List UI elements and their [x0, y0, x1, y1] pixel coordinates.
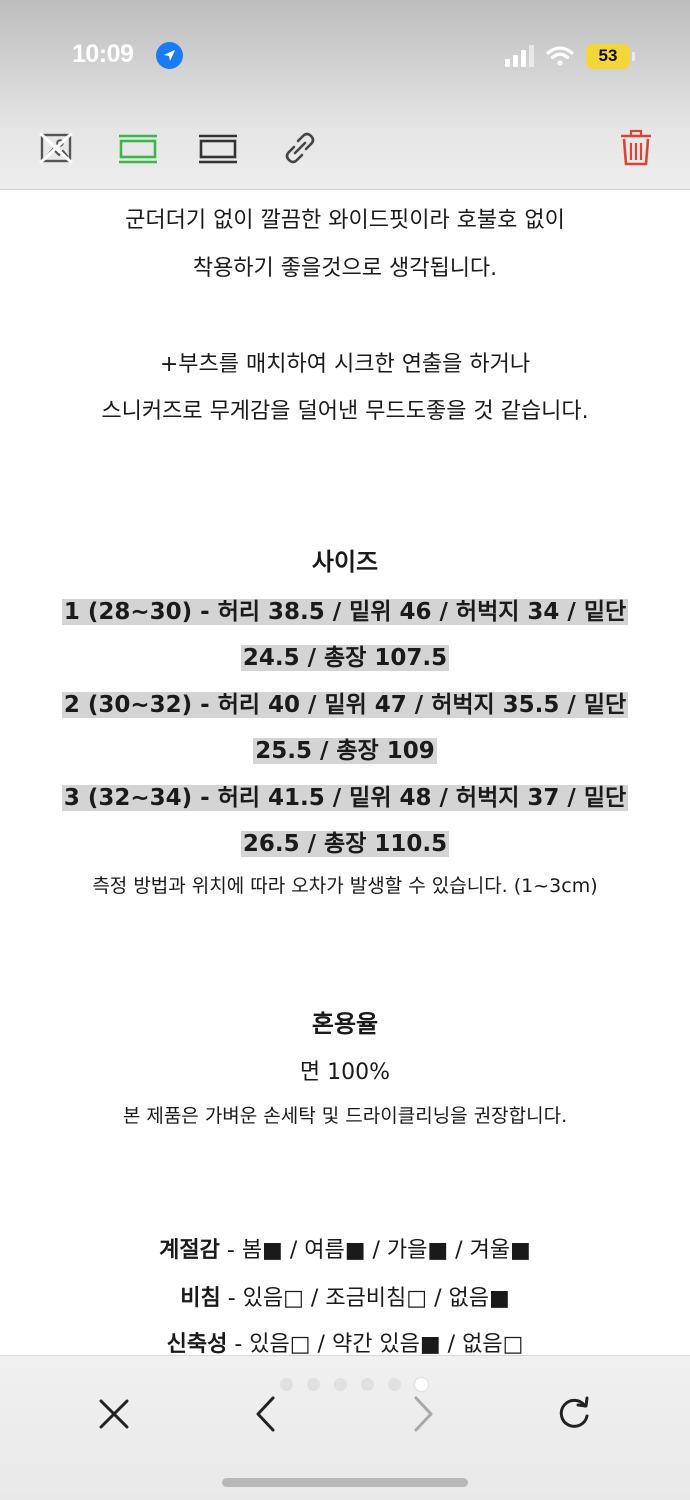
link-button[interactable] [274, 120, 326, 176]
size-line-3-text: 2 (30~32) - 허리 40 / 밑위 47 / 허벅지 35.5 / 밑… [61, 692, 629, 718]
size-line-1-text: 1 (28~30) - 허리 38.5 / 밑위 46 / 허벅지 34 / 밑… [61, 599, 629, 625]
no-image-icon [38, 131, 74, 165]
trash-icon [621, 129, 651, 166]
size-line-5-text: 3 (32~34) - 허리 41.5 / 밑위 48 / 허벅지 37 / 밑… [61, 785, 629, 811]
filled-frame-icon [119, 134, 157, 164]
size-note: 측정 방법과 위치에 따라 오차가 발생할 수 있습니다. (1~3cm) [92, 875, 598, 897]
wifi-icon [546, 46, 574, 66]
reload-icon [559, 1396, 589, 1428]
back-button[interactable] [235, 1384, 295, 1444]
attribute-sheerness-label: 비침 [180, 1286, 221, 1311]
forward-icon [414, 1396, 433, 1432]
status-time: 10:09 [72, 40, 134, 68]
size-line-1: 1 (28~30) - 허리 38.5 / 밑위 46 / 허벅지 34 / 밑… [0, 593, 690, 631]
attribute-sheerness-value: - 있음□ / 조금비침□ / 없음■ [220, 1286, 510, 1311]
page-dot [334, 1378, 347, 1391]
attribute-season-label: 계절감 [159, 1238, 220, 1263]
close-icon [99, 1399, 129, 1429]
article-content: 군더더기 없이 깔끔한 와이드핏이라 호불호 없이 착용하기 좋을것으로 생각됩… [0, 190, 690, 1355]
location-arrow-icon [156, 42, 183, 69]
forward-button[interactable] [394, 1384, 454, 1444]
reload-button[interactable] [544, 1384, 604, 1444]
size-line-3: 2 (30~32) - 허리 40 / 밑위 47 / 허벅지 35.5 / 밑… [0, 686, 690, 724]
size-line-4: 25.5 / 총장 109 [0, 732, 690, 770]
size-line-2: 24.5 / 총장 107.5 [0, 639, 690, 677]
delete-button[interactable] [610, 120, 662, 176]
size-line-4-text: 25.5 / 총장 109 [253, 738, 437, 764]
status-indicators: 53 [505, 40, 635, 72]
cellular-signal-icon [505, 45, 534, 67]
intro-line-1: 군더더기 없이 깔끔한 와이드핏이라 호불호 없이 [125, 208, 565, 233]
fabric-heading: 혼용율 [311, 1010, 379, 1038]
no-image-button[interactable] [30, 120, 82, 176]
link-icon [285, 132, 315, 164]
battery-indicator: 53 [586, 43, 635, 69]
attribute-season-value: - 봄■ / 여름■ / 가을■ / 겨울■ [219, 1238, 531, 1263]
attribute-stretch: 신축성 - 있음□ / 약간 있음■ / 없음□ [0, 1330, 690, 1355]
fabric-value: 면 100% [299, 1060, 391, 1085]
fabric-note: 본 제품은 가벼운 손세탁 및 드라이클리닝을 권장합니다. [122, 1105, 568, 1127]
attribute-sheerness: 비침 - 있음□ / 조금비침□ / 없음■ [0, 1284, 690, 1314]
size-line-5: 3 (32~34) - 허리 41.5 / 밑위 48 / 허벅지 37 / 밑… [0, 779, 690, 817]
page-dot [361, 1378, 374, 1391]
filled-frame-button[interactable] [112, 120, 164, 176]
attribute-stretch-label: 신축성 [166, 1332, 228, 1355]
size-line-6: 26.5 / 총장 110.5 [0, 825, 690, 863]
attribute-season: 계절감 - 봄■ / 여름■ / 가을■ / 겨울■ [0, 1236, 690, 1266]
close-button[interactable] [84, 1384, 144, 1444]
intro-line-2: 착용하기 좋을것으로 생각됩니다. [192, 256, 498, 281]
top-chrome: 10:09 53 [0, 0, 690, 190]
size-line-2-text: 24.5 / 총장 107.5 [240, 645, 450, 671]
intro-line-4: 스니커즈로 무게감을 덜어낸 무드도좋을 것 같습니다. [101, 399, 589, 424]
size-line-6-text: 26.5 / 총장 110.5 [240, 831, 450, 857]
page-dot [307, 1378, 320, 1391]
editor-toolbar [0, 120, 690, 176]
frame-button[interactable] [192, 120, 244, 176]
intro-line-3: +부츠를 매치하여 시크한 연출을 하거나 [159, 352, 531, 377]
frame-icon [199, 134, 237, 164]
bottom-navigation-bar [0, 1355, 690, 1500]
size-heading: 사이즈 [311, 548, 379, 576]
back-icon [256, 1396, 275, 1432]
attribute-stretch-value: - 있음□ / 약간 있음■ / 없음□ [227, 1332, 524, 1355]
home-indicator[interactable] [222, 1478, 468, 1487]
